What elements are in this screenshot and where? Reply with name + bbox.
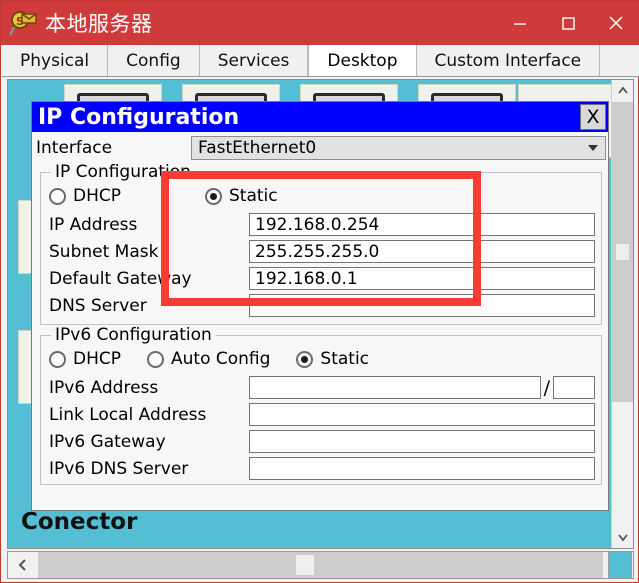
horizontal-scrollbar[interactable] [7,551,634,579]
ipv4-group-title: IP Configuration [51,162,195,182]
window-controls [496,1,639,45]
ipv6-dhcp-radio[interactable] [49,350,66,368]
ipv6-gateway-input[interactable] [249,430,595,453]
server-magnifier-icon: S [8,8,39,38]
scrollbar-corner [608,551,632,579]
ip-address-label: IP Address [49,214,138,235]
chevron-left-icon[interactable] [8,552,38,578]
vertical-scroll-thumb[interactable] [612,102,633,402]
ipv6-address-input[interactable] [249,376,541,399]
chevron-up-icon[interactable] [612,80,633,102]
ipv6-dhcp-label[interactable]: DHCP [73,349,121,369]
application-window: S 本地服务器 Physical Config Services Desktop… [0,0,639,583]
tab-config[interactable]: Config [108,45,200,76]
ipv6-group-title: IPv6 Configuration [51,325,216,345]
ipv6-address-label: IPv6 Address [49,377,159,398]
dialog-title: IP Configuration [38,104,240,130]
vertical-scroll-track[interactable] [612,102,633,526]
default-gateway-input[interactable]: 192.168.0.1 [249,267,595,290]
link-local-address-row: Link Local Address [49,402,595,427]
dialog-title-bar[interactable]: IP Configuration X [32,102,608,132]
close-icon[interactable] [592,1,639,45]
tab-desktop[interactable]: Desktop [308,45,417,76]
ipv6-mode-radios: DHCP Auto Config Static [49,346,395,372]
ipv4-dhcp-label[interactable]: DHCP [73,186,121,206]
ipv6-gateway-label: IPv6 Gateway [49,431,166,452]
ip-address-input[interactable]: 192.168.0.254 [249,213,595,236]
ipv6-dns-server-row: IPv6 DNS Server [49,456,595,481]
subnet-mask-input[interactable]: 255.255.255.0 [249,240,595,263]
default-gateway-row: Default Gateway 192.168.0.1 [49,266,595,291]
chevron-down-icon[interactable] [612,526,633,548]
subnet-mask-row: Subnet Mask 255.255.255.0 [49,239,595,264]
maximize-icon[interactable] [544,1,592,45]
default-gateway-label: Default Gateway [49,268,192,289]
ipv4-mode-radios: DHCP Static [49,183,304,209]
ipv6-address-row: IPv6 Address / [49,375,595,400]
chevron-down-icon [588,145,598,151]
dns-server-input[interactable] [249,294,595,317]
horizontal-scroll-track[interactable] [38,552,603,578]
tab-physical[interactable]: Physical [2,45,109,76]
dialog-close-button[interactable]: X [580,104,606,130]
vertical-scrollbar[interactable] [611,80,633,548]
ipv6-dns-server-input[interactable] [249,457,595,480]
interface-dropdown[interactable]: FastEthernet0 [191,136,606,160]
interface-row: Interface FastEthernet0 [36,135,606,161]
ipv6-static-radio[interactable] [296,350,314,368]
tab-strip: Physical Config Services Desktop Custom … [2,45,639,77]
link-local-address-label: Link Local Address [49,404,207,425]
scroll-thumb-grip [616,244,629,260]
window-title: 本地服务器 [45,12,153,36]
ipv6-gateway-row: IPv6 Gateway [49,429,595,454]
dns-server-label: DNS Server [49,295,147,316]
ipv6-auto-config-label[interactable]: Auto Config [171,349,270,369]
ipv6-static-label[interactable]: Static [320,349,369,369]
interface-label: Interface [36,138,113,158]
ip-address-row: IP Address 192.168.0.254 [49,212,595,237]
ipv4-configuration-group: IP Configuration DHCP Static IP Address … [40,162,602,325]
ipv4-dhcp-radio[interactable] [49,187,66,205]
tab-services[interactable]: Services [199,45,309,76]
subnet-mask-label: Subnet Mask [49,241,159,262]
conector-label: Conector [21,509,138,535]
link-local-address-input[interactable] [249,403,595,426]
minimize-icon[interactable] [496,1,544,45]
horizontal-scroll-thumb[interactable] [296,555,314,575]
ipv6-prefix-length-input[interactable] [553,376,595,399]
ip-configuration-dialog: IP Configuration X Interface FastEtherne… [31,101,609,511]
ipv6-auto-config-radio[interactable] [147,350,164,368]
ipv6-prefix-separator: / [543,376,550,399]
ipv4-static-label[interactable]: Static [229,186,278,206]
tab-custom-interface[interactable]: Custom Interface [416,45,601,76]
interface-selected-value: FastEthernet0 [198,138,317,158]
ipv6-dns-server-label: IPv6 DNS Server [49,458,189,479]
dns-server-row: DNS Server [49,293,595,318]
ipv4-static-radio[interactable] [205,187,222,205]
ipv6-configuration-group: IPv6 Configuration DHCP Auto Config Stat… [40,325,602,485]
window-title-bar: S 本地服务器 [1,1,639,45]
